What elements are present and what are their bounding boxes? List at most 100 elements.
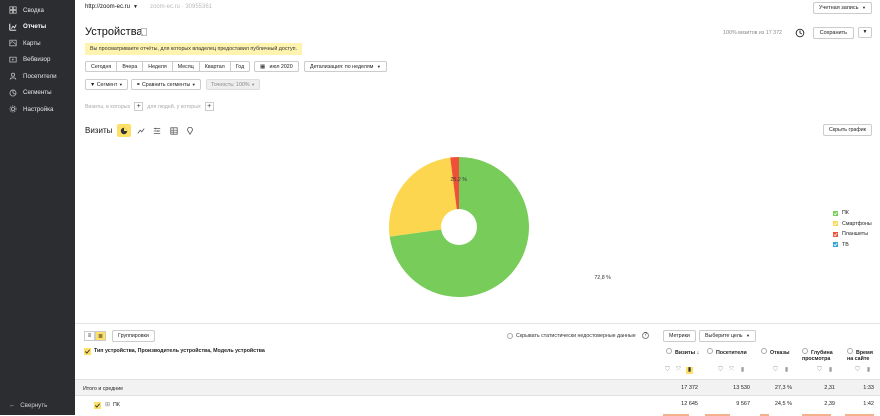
- map-icon: [9, 40, 17, 47]
- main-content: http://zoom-ec.ru ▼ zoom-ec.ru · 3095536…: [75, 0, 880, 416]
- radio-icon: [707, 348, 713, 354]
- sidebar-item-label: Посетители: [23, 72, 57, 80]
- legend-label: Смартфоны: [842, 220, 872, 227]
- checkbox-icon: [507, 333, 513, 339]
- radio-icon: [847, 348, 853, 354]
- sidebar-item-visitors[interactable]: Посетители: [0, 68, 75, 85]
- legend-label: ТВ: [842, 241, 849, 248]
- compare-icon[interactable]: ⤧: [728, 367, 735, 374]
- sidebar-item-reports[interactable]: Отчеты: [0, 19, 75, 36]
- reports-icon: [9, 23, 17, 31]
- filter-icon[interactable]: ⛉: [854, 367, 861, 374]
- sidebar-item-segments[interactable]: Сегменты: [0, 85, 75, 102]
- pie-center-hole: [441, 209, 477, 245]
- sidebar-item-webvisor[interactable]: Вебвизор: [0, 52, 75, 69]
- radio-icon: [666, 348, 672, 354]
- legend-item-pc[interactable]: ПК: [833, 208, 872, 219]
- sidebar-item-label: Вебвизор: [23, 56, 51, 64]
- legend-checkbox-icon: [833, 221, 838, 227]
- goal-dropdown[interactable]: Выберите цель ▼: [699, 330, 756, 342]
- legend-item-smartphones[interactable]: Смартфоны: [833, 219, 872, 230]
- legend-checkbox-icon: [833, 210, 838, 216]
- compare-icon[interactable]: ⤧: [675, 367, 682, 374]
- col-depth-header[interactable]: Глубина просмотра: [802, 348, 837, 363]
- bar-chart-icon[interactable]: ▮: [865, 367, 872, 374]
- legend-checkbox-icon: [833, 242, 838, 248]
- bar-chart-icon[interactable]: ▮: [739, 367, 746, 374]
- pie-label-pc: 72,8 %: [594, 275, 611, 282]
- filter-icon[interactable]: ⛉: [772, 367, 779, 374]
- total-time: 1:33: [863, 385, 874, 391]
- col-time-header[interactable]: Время на сайте: [847, 348, 877, 363]
- chart-legend: ПК Смартфоны Планшеты ТВ: [833, 208, 872, 250]
- pc-visits: 12 645: [681, 401, 698, 407]
- col-bounce-label: Отказы: [770, 350, 790, 356]
- sidebar-collapse[interactable]: ← Свернуть: [9, 402, 47, 409]
- filter-icon[interactable]: ⛉: [664, 367, 671, 374]
- collapse-icon: ←: [9, 402, 16, 409]
- total-visitors: 13 530: [733, 385, 750, 391]
- radio-icon: [761, 348, 767, 354]
- sidebar-item-settings[interactable]: Настройка: [0, 101, 75, 118]
- col-bounce-header[interactable]: Отказы: [761, 348, 801, 356]
- filter-icon[interactable]: ⛉: [816, 367, 823, 374]
- total-row-label: Итого и средние: [83, 386, 124, 392]
- filter-icon[interactable]: ⛉: [717, 367, 724, 374]
- list-view-icon: ≡: [87, 333, 92, 339]
- table-row[interactable]: ⊞ ПК 12 645 9 567 24,5 % 2,39 1:42: [75, 396, 880, 416]
- col-visitors-header[interactable]: Посетители: [707, 348, 767, 356]
- sidebar-item-maps[interactable]: Карты: [0, 35, 75, 52]
- bar-chart-icon[interactable]: ▮: [827, 367, 834, 374]
- tree-view-toggle[interactable]: ≣: [95, 331, 106, 341]
- checkbox-checked-icon[interactable]: [94, 402, 101, 409]
- legend-item-tv[interactable]: ТВ: [833, 240, 872, 251]
- total-bounce: 27,3 %: [774, 385, 792, 391]
- col-visitors-label: Посетители: [716, 350, 747, 356]
- home-icon: [9, 6, 17, 14]
- checkbox-checked-icon[interactable]: [84, 348, 91, 355]
- bar-chart-icon[interactable]: ▮: [686, 367, 693, 374]
- row-label-pc: ПК: [113, 402, 120, 408]
- radio-icon: [802, 348, 808, 354]
- sidebar-item-label: Карты: [23, 39, 41, 47]
- col-visits-tools: ⛉ ⤧ ▮: [664, 367, 693, 374]
- chevron-down-icon: ▼: [746, 333, 750, 338]
- legend-item-tablets[interactable]: Планшеты: [833, 229, 872, 240]
- goal-label: Выберите цель: [705, 333, 743, 339]
- col-bounce-tools: ⛉ ▮: [772, 367, 790, 374]
- total-visits: 17 372: [681, 385, 698, 391]
- col-visits-label: Визиты: [675, 350, 696, 356]
- sidebar-item-summary[interactable]: Сводка: [0, 2, 75, 19]
- col-depth-tools: ⛉ ▮: [816, 367, 834, 374]
- tree-view-icon: ≣: [97, 333, 104, 340]
- gear-icon: [9, 105, 17, 113]
- webvisor-icon: [9, 56, 17, 63]
- pc-depth: 2,39: [824, 401, 835, 407]
- table-toolbar: ≡ ≣ Группировки: [84, 330, 155, 342]
- dimension-header: Тип устройства, Производитель устройства…: [84, 348, 265, 355]
- hide-unreliable-toggle[interactable]: Скрывать статистически недостоверные дан…: [507, 333, 636, 339]
- total-depth: 2,31: [824, 385, 835, 391]
- pc-visitors: 9 567: [736, 401, 750, 407]
- bar-chart-icon[interactable]: ▮: [783, 367, 790, 374]
- legend-label: ПК: [842, 210, 849, 217]
- list-view-toggle[interactable]: ≡: [84, 331, 95, 341]
- report-table: ≡ ≣ Группировки Скрывать статистически н…: [75, 323, 880, 416]
- sidebar-item-label: Настройка: [23, 105, 54, 113]
- pie-label-smartphones: 25,2 %: [450, 176, 467, 183]
- sort-desc-icon: ↓: [696, 350, 700, 356]
- help-icon[interactable]: ?: [642, 332, 649, 339]
- sidebar-collapse-label: Свернуть: [20, 402, 48, 409]
- metrics-button[interactable]: Метрики: [663, 330, 696, 342]
- pc-time: 1:42: [863, 401, 874, 407]
- pc-bounce: 24,5 %: [774, 401, 792, 407]
- legend-checkbox-icon: [833, 231, 838, 237]
- col-visitors-tools: ⛉ ⤧ ▮: [717, 367, 746, 374]
- legend-label: Планшеты: [842, 231, 869, 238]
- table-row-total: Итого и средние 17 372 13 530 27,3 % 2,3…: [75, 379, 880, 396]
- groupings-button[interactable]: Группировки: [112, 330, 155, 342]
- expand-icon[interactable]: ⊞: [105, 401, 110, 408]
- sidebar-item-label: Сегменты: [23, 89, 52, 97]
- sidebar: Сводка Отчеты Карты Вебвизор Посетители …: [0, 0, 75, 415]
- sidebar-item-label: Сводка: [23, 6, 44, 14]
